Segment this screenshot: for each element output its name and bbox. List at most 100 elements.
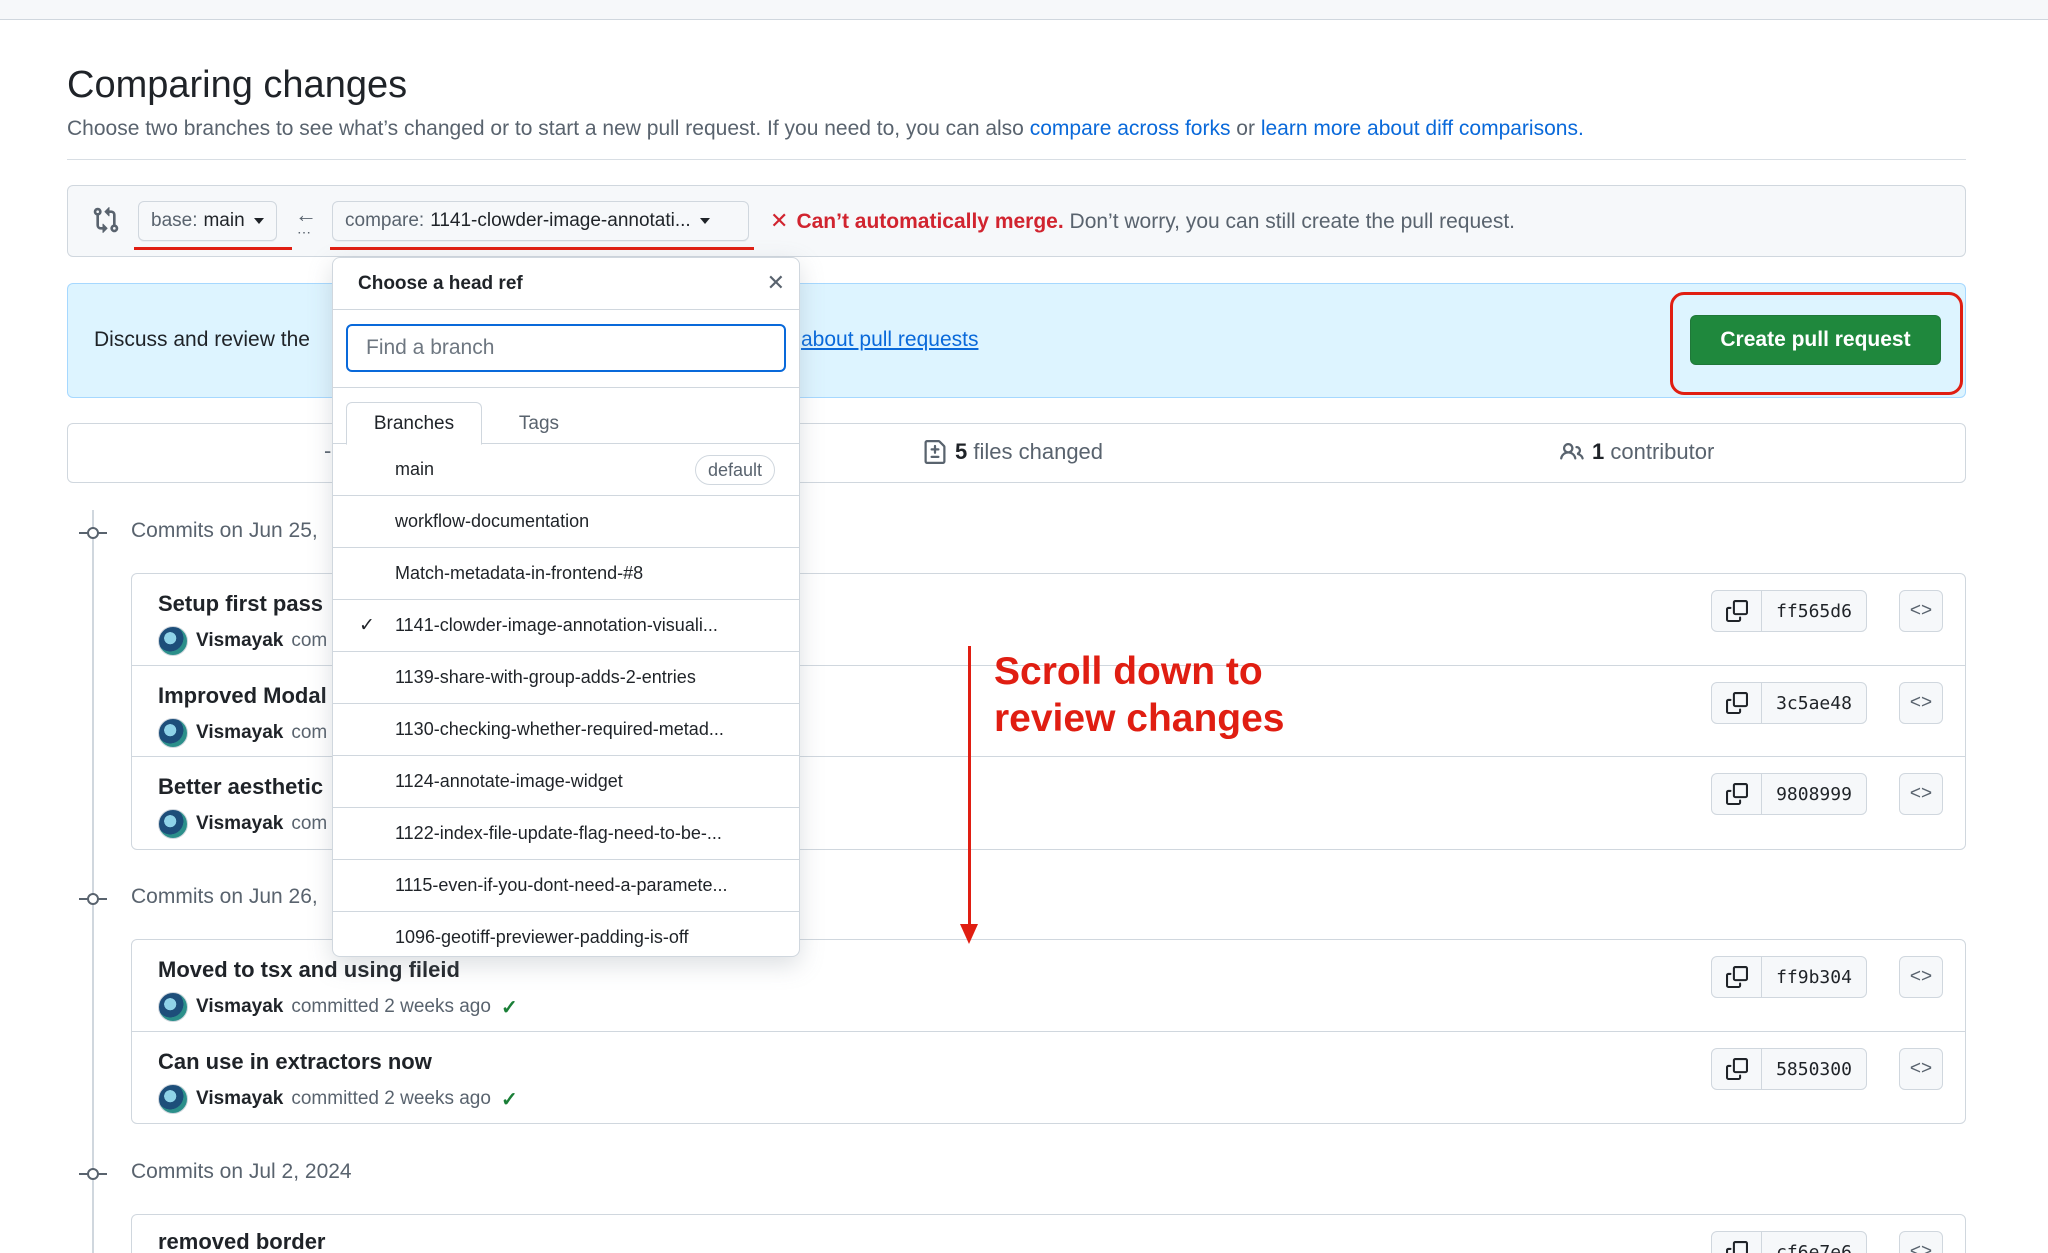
timeline-line — [92, 510, 94, 1253]
merge-status: ✕ Can’t automatically merge. Don’t worry,… — [770, 208, 1515, 234]
diff-comparisons-link-text[interactable]: learn more about diff comparisons — [1261, 117, 1578, 140]
branch-item[interactable]: 1130-checking-whether-required-metad... — [333, 704, 799, 756]
commit-message[interactable]: removed border — [158, 1229, 326, 1253]
contributors-count: 1 — [1592, 439, 1605, 464]
branch-item[interactable]: Match-metadata-in-frontend-#8 — [333, 548, 799, 600]
diff-comparisons-link[interactable]: learn more about diff comparisons. — [1261, 117, 1584, 140]
base-value: main — [203, 210, 245, 231]
copy-button[interactable] — [1712, 957, 1762, 997]
commit-time: com — [291, 630, 328, 651]
commit-group-date: Commits on Jun 25, — [131, 519, 318, 542]
subtitle-or: or — [1236, 117, 1255, 140]
compare-forks-link[interactable]: compare across forks — [1030, 117, 1231, 140]
branch-name: Match-metadata-in-frontend-#8 — [395, 563, 644, 583]
range-editor: base: main ← ⋯ compare: 1141-clowder-ima… — [67, 185, 1966, 257]
branch-item[interactable]: 1096-geotiff-previewer-padding-is-off — [333, 912, 799, 956]
commit-list: Moved to tsx and using fileid Vismayak co… — [131, 939, 1966, 1124]
copy-button[interactable] — [1712, 1232, 1762, 1253]
check-icon[interactable]: ✓ — [501, 995, 518, 1020]
copy-button[interactable] — [1712, 774, 1762, 814]
commit-meta: Vismayak committed 2 weeks ago ✓ — [158, 1084, 518, 1114]
tab-tags[interactable]: Tags — [483, 402, 595, 445]
branch-name: 1124-annotate-image-widget — [395, 771, 623, 791]
commit-meta: Vismayak com — [158, 626, 327, 656]
commit-author[interactable]: Vismayak — [196, 1088, 283, 1110]
branch-item[interactable]: 1124-annotate-image-widget — [333, 756, 799, 808]
sha-button-group: 5850300 — [1711, 1048, 1867, 1090]
commits-stat-fragment: - — [324, 438, 332, 463]
copy-button[interactable] — [1712, 683, 1762, 723]
files-changed-stat[interactable]: 5 files changed — [923, 439, 1103, 465]
create-pull-request-button[interactable]: Create pull request — [1690, 315, 1941, 365]
subtitle-period: . — [1577, 117, 1584, 140]
branch-item[interactable]: 1115-even-if-you-dont-need-a-paramete... — [333, 860, 799, 912]
copy-button[interactable] — [1712, 591, 1762, 631]
commit-time: com — [291, 813, 328, 834]
copy-icon — [1725, 783, 1748, 805]
branch-name: 1115-even-if-you-dont-need-a-paramete... — [395, 875, 728, 895]
dropdown-tabs: Branches Tags — [333, 388, 799, 445]
check-icon: ✓ — [359, 615, 375, 636]
browse-code-button[interactable]: <> — [1899, 773, 1943, 815]
avatar[interactable] — [158, 992, 188, 1022]
contributors-label: contributor — [1610, 439, 1715, 464]
commit-author[interactable]: Vismayak — [196, 722, 283, 744]
branch-name: 1139-share-with-group-adds-2-entries — [395, 667, 696, 687]
check-icon[interactable]: ✓ — [501, 1087, 518, 1112]
browse-code-button[interactable]: <> — [1899, 956, 1943, 998]
ellipsis-icon: ⋯ — [297, 224, 312, 240]
browse-code-button[interactable]: <> — [1899, 682, 1943, 724]
avatar[interactable] — [158, 718, 188, 748]
tab-branches[interactable]: Branches — [346, 402, 482, 445]
about-pull-requests-link[interactable]: about pull requests — [801, 328, 978, 352]
annotation-line-2: review changes — [994, 697, 1285, 740]
compare-value: 1141-clowder-image-annotati... — [430, 210, 691, 231]
commit-sha[interactable]: cf6e7e6 — [1762, 1232, 1866, 1253]
close-icon[interactable]: ✕ — [767, 270, 785, 296]
commit-sha[interactable]: 3c5ae48 — [1762, 683, 1866, 723]
commit-message[interactable]: Can use in extractors now — [158, 1049, 432, 1075]
commit-message[interactable]: Better aesthetic — [158, 774, 323, 800]
avatar[interactable] — [158, 809, 188, 839]
copy-button[interactable] — [1712, 1049, 1762, 1089]
commit-message[interactable]: Moved to tsx and using fileid — [158, 957, 460, 983]
branch-item[interactable]: ✓ 1141-clowder-image-annotation-visuali..… — [333, 600, 799, 652]
base-branch-select[interactable]: base: main — [138, 201, 277, 241]
browse-code-button[interactable]: <> — [1899, 1231, 1943, 1253]
git-commit-icon — [79, 893, 107, 905]
commit-sha[interactable]: 5850300 — [1762, 1049, 1866, 1089]
branch-item[interactable]: workflow-documentation — [333, 496, 799, 548]
commit-time: committed 2 weeks ago — [291, 1088, 491, 1109]
compare-label: compare: — [345, 210, 425, 231]
dropdown-search-area — [333, 310, 799, 388]
branch-item[interactable]: 1122-index-file-update-flag-need-to-be-.… — [333, 808, 799, 860]
commit-author[interactable]: Vismayak — [196, 996, 283, 1018]
code-icon: <> — [1909, 600, 1933, 621]
contributors-stat[interactable]: 1 contributor — [1560, 439, 1714, 465]
copy-icon — [1725, 1058, 1748, 1080]
commit-message[interactable]: Setup first pass — [158, 591, 323, 617]
commit-author[interactable]: Vismayak — [196, 630, 283, 652]
sha-button-group: 9808999 — [1711, 773, 1867, 815]
avatar[interactable] — [158, 1084, 188, 1114]
avatar[interactable] — [158, 626, 188, 656]
commit-sha[interactable]: ff565d6 — [1762, 591, 1866, 631]
code-icon: <> — [1909, 966, 1933, 987]
default-badge: default — [694, 455, 775, 485]
merge-note-text: Don’t worry, you can still create the pu… — [1069, 210, 1516, 233]
sha-button-group: 3c5ae48 — [1711, 682, 1867, 724]
branch-item[interactable]: main default — [333, 444, 799, 496]
commit-sha[interactable]: 9808999 — [1762, 774, 1866, 814]
browse-code-button[interactable]: <> — [1899, 590, 1943, 632]
commit-row: Can use in extractors now Vismayak commit… — [132, 1031, 1965, 1122]
code-icon: <> — [1909, 1058, 1933, 1079]
copy-icon — [1725, 600, 1748, 622]
branch-item[interactable]: 1139-share-with-group-adds-2-entries — [333, 652, 799, 704]
subtitle-text: Choose two branches to see what’s change… — [67, 117, 1024, 140]
commit-message[interactable]: Improved Modal — [158, 683, 327, 709]
branch-search-input[interactable] — [346, 324, 786, 372]
browse-code-button[interactable]: <> — [1899, 1048, 1943, 1090]
commit-author[interactable]: Vismayak — [196, 813, 283, 835]
commit-sha[interactable]: ff9b304 — [1762, 957, 1866, 997]
compare-branch-select[interactable]: compare: 1141-clowder-image-annotati... — [332, 201, 749, 241]
